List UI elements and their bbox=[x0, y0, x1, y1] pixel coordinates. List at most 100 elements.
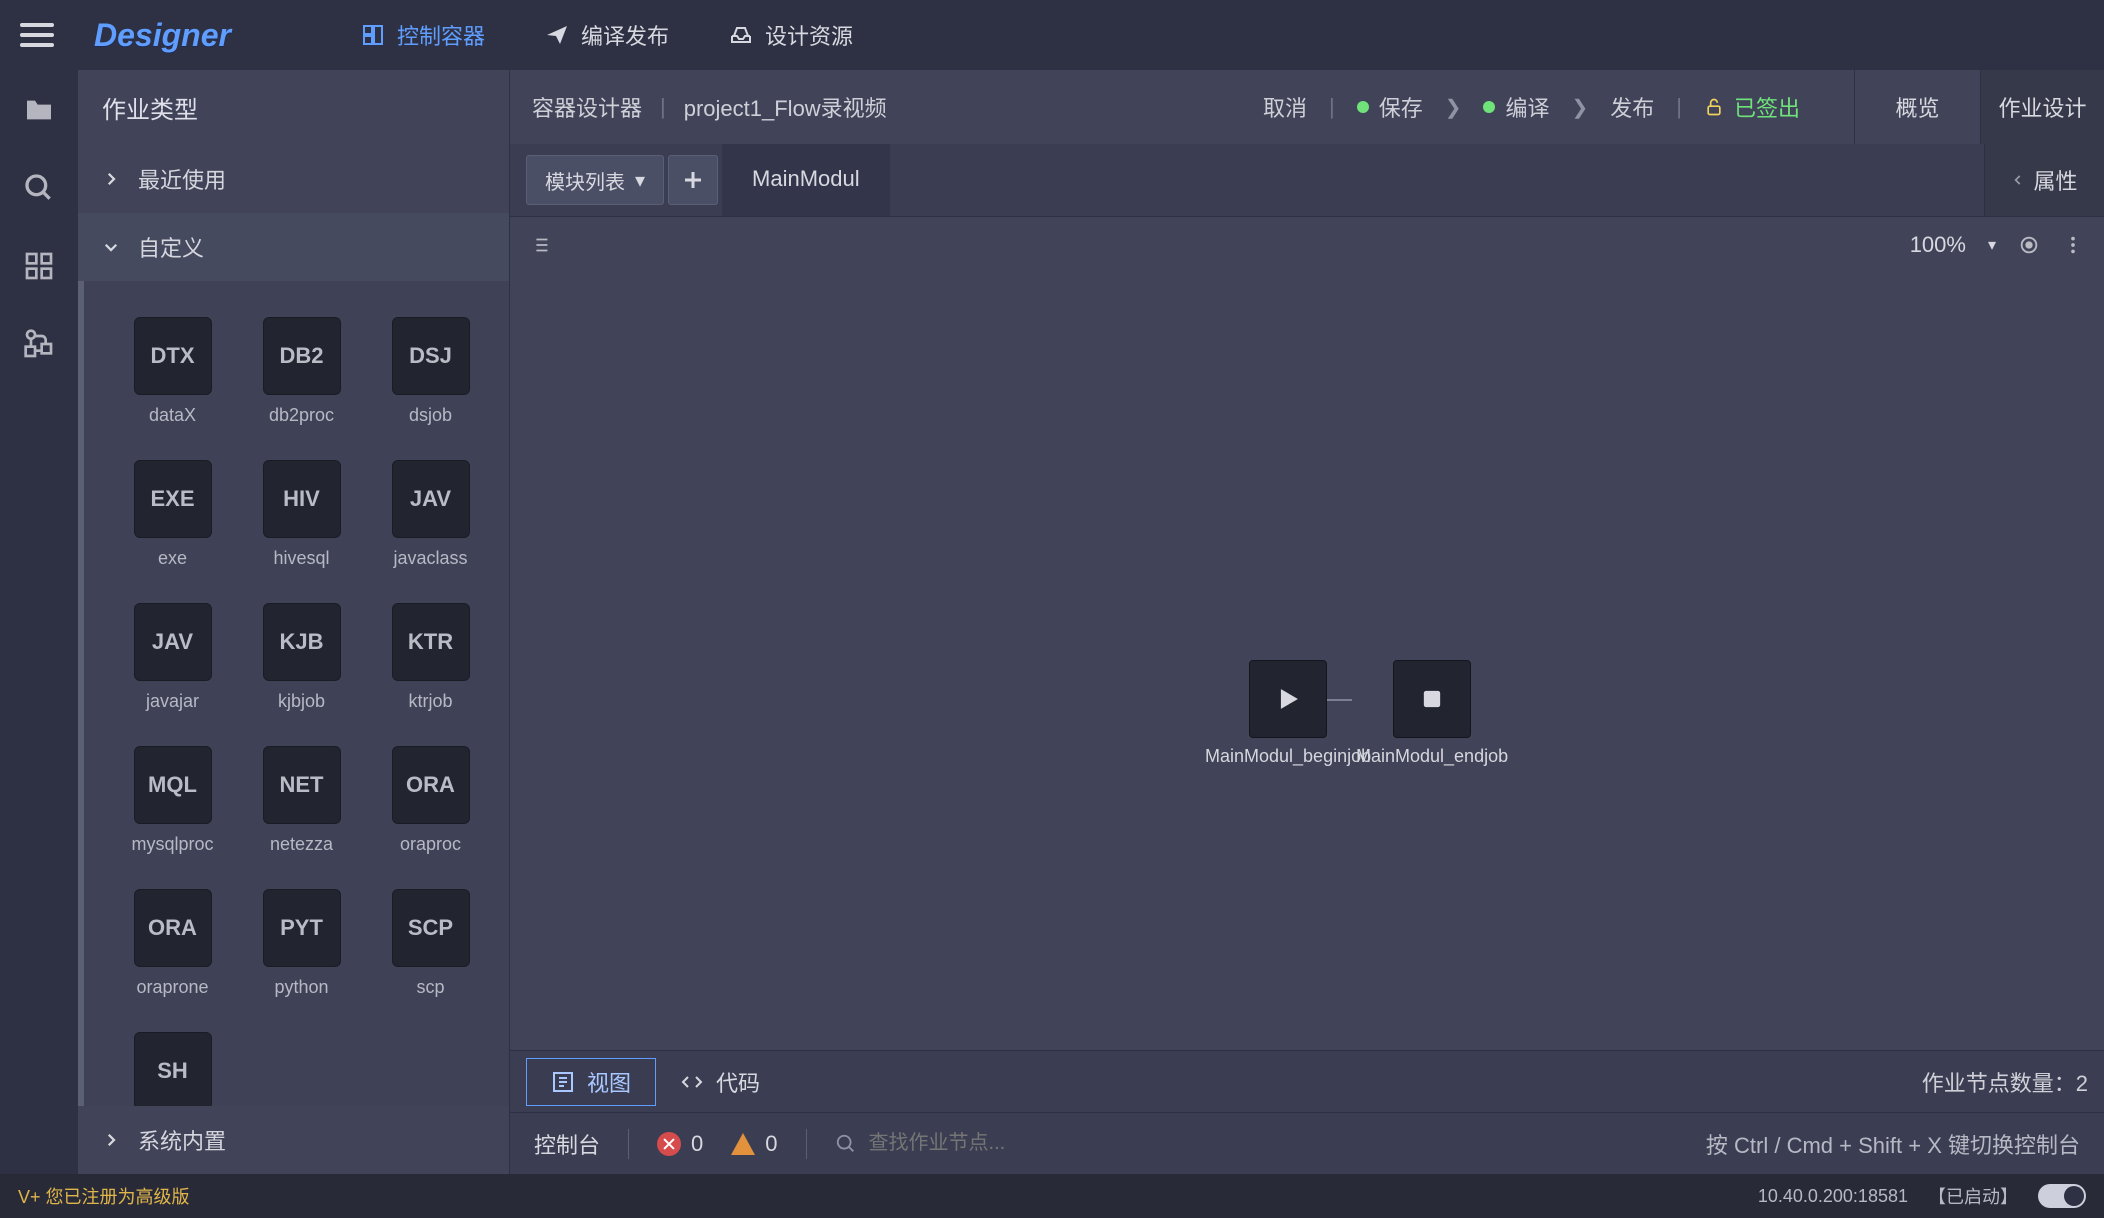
search-icon bbox=[835, 1133, 857, 1155]
status-dot-icon bbox=[1357, 101, 1369, 113]
nav-compile-publish[interactable]: 编译发布 bbox=[515, 0, 699, 70]
nav-item-label: 控制容器 bbox=[397, 19, 485, 51]
palette-item-box: JAV bbox=[392, 460, 470, 538]
more-vertical-icon[interactable] bbox=[2062, 234, 2084, 256]
save-button[interactable]: 保存 bbox=[1357, 91, 1423, 123]
module-list-dropdown[interactable]: 模块列表 ▾ bbox=[526, 155, 664, 205]
play-icon bbox=[1271, 682, 1305, 716]
warning-count[interactable]: 0 bbox=[731, 1131, 777, 1157]
module-tabstrip: 模块列表 ▾ MainModul bbox=[510, 144, 2104, 216]
palette-item-box: KTR bbox=[392, 603, 470, 681]
palette-item-hivesql[interactable]: HIVhivesql bbox=[247, 460, 356, 569]
tab-job-design[interactable]: 作业设计 bbox=[1980, 70, 2104, 144]
flow-canvas[interactable]: MainModul_beginjob MainModul_endjob bbox=[510, 272, 2104, 1050]
node-begin[interactable]: MainModul_beginjob bbox=[1205, 660, 1371, 768]
palette-item-exe[interactable]: EXEexe bbox=[118, 460, 227, 569]
palette-item-box: JAV bbox=[134, 603, 212, 681]
nav-design-resources[interactable]: 设计资源 bbox=[699, 0, 883, 70]
nav-item-label: 编译发布 bbox=[581, 19, 669, 51]
palette-item-dataX[interactable]: DTX dataX bbox=[118, 317, 227, 426]
group-label: 最近使用 bbox=[138, 163, 226, 195]
warning-icon bbox=[731, 1133, 755, 1155]
chevron-right-icon bbox=[102, 1131, 120, 1149]
palette-item-label: hivesql bbox=[273, 548, 329, 569]
breadcrumb-project: project1_Flow录视频 bbox=[684, 91, 887, 123]
palette-item-label: oraprone bbox=[136, 977, 208, 998]
palette-scroll[interactable]: DTX dataX DB2 db2proc DSJdsjob EXEexeHIVhives… bbox=[78, 281, 509, 1106]
palette-item-label: scp bbox=[416, 977, 444, 998]
status-bar: V+ 您已注册为高级版 10.40.0.200:18581 【已启动】 bbox=[0, 1174, 2104, 1218]
breadcrumb-root: 容器设计器 bbox=[532, 91, 642, 123]
caret-down-icon[interactable]: ▾ bbox=[1988, 235, 1996, 255]
palette-item-label: oraproc bbox=[400, 834, 461, 855]
main-content: 容器设计器 | project1_Flow录视频 取消 | 保存 ❯ 编译 ❯ … bbox=[510, 70, 2104, 1174]
server-address: 10.40.0.200:18581 bbox=[1758, 1186, 1908, 1207]
hierarchy-icon[interactable] bbox=[23, 328, 55, 360]
sidebar-group-system[interactable]: 系统内置 bbox=[78, 1106, 509, 1174]
sidebar-group-recent[interactable]: 最近使用 bbox=[78, 145, 509, 213]
palette-item-sh[interactable]: SHsh bbox=[118, 1032, 227, 1106]
node-count: 作业节点数量：2 bbox=[1922, 1066, 2088, 1098]
palette-item-dsjob[interactable]: DSJdsjob bbox=[376, 317, 485, 426]
palette-item-label: javajar bbox=[146, 691, 199, 712]
status-toggle[interactable] bbox=[2038, 1184, 2086, 1208]
error-count[interactable]: 0 bbox=[657, 1131, 703, 1157]
palette-item-ktrjob[interactable]: KTR ktrjob bbox=[376, 603, 485, 712]
add-module-button[interactable] bbox=[668, 155, 718, 205]
tab-label: 概览 bbox=[1895, 91, 1939, 123]
node-end[interactable]: MainModul_endjob bbox=[1356, 660, 1508, 768]
palette-item-javaclass[interactable]: JAVjavaclass bbox=[376, 460, 485, 569]
group-label: 自定义 bbox=[138, 231, 204, 263]
sidebar-group-custom[interactable]: 自定义 bbox=[78, 213, 509, 281]
palette-item-label: ktrjob bbox=[408, 691, 452, 712]
view-tab-visual[interactable]: 视图 bbox=[526, 1058, 656, 1106]
target-icon[interactable] bbox=[2018, 234, 2040, 256]
apps-icon[interactable] bbox=[23, 250, 55, 282]
palette-item-javajar[interactable]: JAV javajar bbox=[118, 603, 227, 712]
tab-overview[interactable]: 概览 bbox=[1854, 70, 1980, 144]
menu-hamburger-icon[interactable] bbox=[20, 18, 54, 52]
chevron-right-icon: ❯ bbox=[1571, 95, 1588, 120]
properties-panel-toggle[interactable]: 属性 bbox=[1984, 144, 2104, 216]
palette-item-label: dataX bbox=[149, 405, 196, 426]
view-tab-code[interactable]: 代码 bbox=[656, 1058, 784, 1106]
palette-item-mysqlproc[interactable]: MQLmysqlproc bbox=[118, 746, 227, 855]
palette-item-oraprone[interactable]: ORAoraprone bbox=[118, 889, 227, 998]
palette-item-box: KJB bbox=[263, 603, 341, 681]
console-search bbox=[835, 1132, 1149, 1155]
palette-item-box: DB2 bbox=[263, 317, 341, 395]
search-icon[interactable] bbox=[23, 172, 55, 204]
tab-mainmodul[interactable]: MainModul bbox=[722, 144, 890, 216]
palette-item-box: SCP bbox=[392, 889, 470, 967]
publish-button[interactable]: 发布 bbox=[1610, 91, 1654, 123]
palette-item-box: PYT bbox=[263, 889, 341, 967]
palette-item-label: db2proc bbox=[269, 405, 334, 426]
palette-item-python[interactable]: PYTpython bbox=[247, 889, 356, 998]
palette-item-label: mysqlproc bbox=[131, 834, 213, 855]
sidebar-title: 作业类型 bbox=[78, 70, 509, 145]
cancel-button[interactable]: 取消 bbox=[1263, 91, 1307, 123]
outline-tree-icon[interactable] bbox=[530, 234, 552, 256]
compile-button[interactable]: 编译 bbox=[1483, 91, 1549, 123]
folder-icon[interactable] bbox=[23, 94, 55, 126]
console-title[interactable]: 控制台 bbox=[534, 1128, 600, 1160]
palette-item-scp[interactable]: SCP scp bbox=[376, 889, 485, 998]
chevron-right-icon: ❯ bbox=[1445, 95, 1462, 120]
chevron-down-icon bbox=[102, 238, 120, 256]
canvas-toolbar: 100% ▾ bbox=[510, 216, 2104, 272]
lock-icon bbox=[1704, 97, 1724, 117]
palette-item-netezza[interactable]: NETnetezza bbox=[247, 746, 356, 855]
app-logo: Designer bbox=[94, 17, 231, 54]
palette-item-kjbjob[interactable]: KJBkjbjob bbox=[247, 603, 356, 712]
zoom-level[interactable]: 100% bbox=[1910, 232, 1966, 258]
palette-item-oraproc[interactable]: ORAoraproc bbox=[376, 746, 485, 855]
nav-control-container[interactable]: 控制容器 bbox=[331, 0, 515, 70]
palette-item-db2proc[interactable]: DB2 db2proc bbox=[247, 317, 356, 426]
left-rail bbox=[0, 70, 78, 1174]
palette-item-box: DTX bbox=[134, 317, 212, 395]
server-state: 【已启动】 bbox=[1928, 1183, 2018, 1209]
palette-item-box: NET bbox=[263, 746, 341, 824]
console-search-input[interactable] bbox=[869, 1132, 1149, 1155]
chevron-left-icon bbox=[2011, 173, 2025, 187]
palette-item-box: DSJ bbox=[392, 317, 470, 395]
